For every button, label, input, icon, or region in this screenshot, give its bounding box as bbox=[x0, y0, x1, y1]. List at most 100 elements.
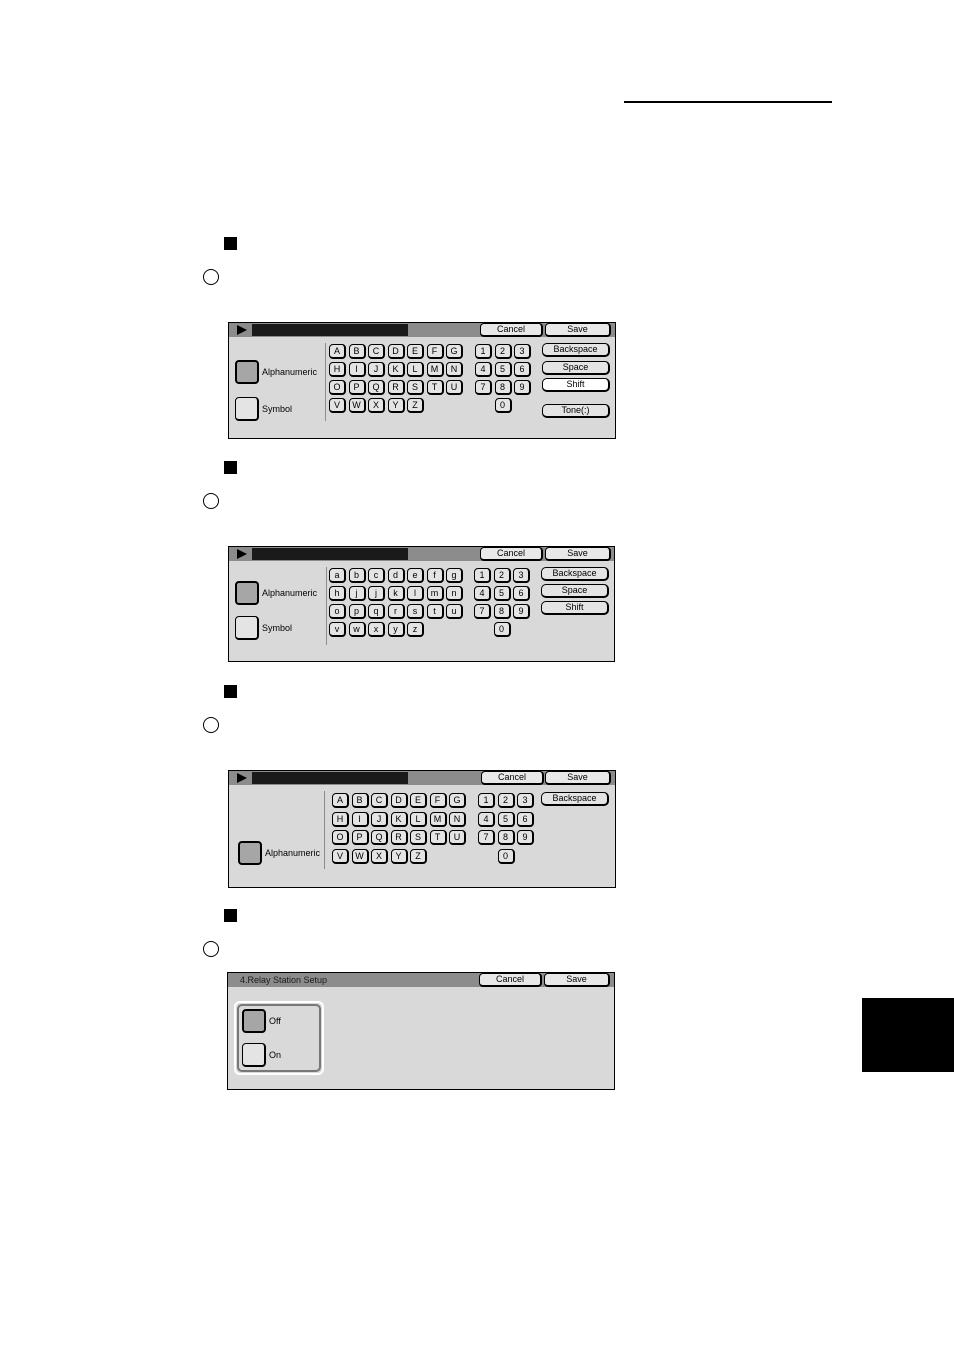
save-button[interactable]: Save bbox=[545, 547, 611, 561]
key-number[interactable]: 3 bbox=[513, 568, 530, 583]
key-number[interactable]: 1 bbox=[474, 568, 491, 583]
key-number[interactable]: 7 bbox=[475, 380, 492, 395]
key-letter[interactable]: E bbox=[407, 344, 424, 359]
key-letter[interactable]: t bbox=[426, 604, 444, 619]
key-letter[interactable]: R bbox=[387, 380, 405, 395]
key-number[interactable]: 2 bbox=[497, 793, 515, 808]
key-letter[interactable]: z bbox=[407, 622, 424, 637]
key-letter[interactable]: P bbox=[351, 830, 369, 845]
key-number[interactable]: 0 bbox=[494, 398, 512, 413]
save-button[interactable]: Save bbox=[545, 771, 611, 785]
key-letter[interactable]: W bbox=[348, 398, 366, 413]
shift-button[interactable]: Shift bbox=[541, 601, 609, 615]
key-number[interactable]: 5 bbox=[493, 586, 511, 601]
key-number[interactable]: 1 bbox=[478, 793, 495, 808]
key-letter[interactable]: k bbox=[387, 586, 405, 601]
key-number[interactable]: 0 bbox=[493, 622, 511, 637]
key-letter[interactable]: S bbox=[410, 830, 427, 845]
key-letter[interactable]: f bbox=[426, 568, 444, 583]
key-letter[interactable]: o bbox=[329, 604, 346, 619]
key-letter[interactable]: Z bbox=[407, 398, 424, 413]
key-letter[interactable]: N bbox=[446, 362, 463, 377]
key-letter[interactable]: L bbox=[407, 362, 424, 377]
tone-button[interactable]: Tone(:) bbox=[542, 404, 610, 418]
key-letter[interactable]: U bbox=[449, 830, 466, 845]
key-letter[interactable]: l bbox=[407, 586, 424, 601]
option-button-off[interactable] bbox=[242, 1009, 266, 1033]
key-letter[interactable]: A bbox=[329, 344, 346, 359]
key-letter[interactable]: Y bbox=[387, 398, 405, 413]
save-button[interactable]: Save bbox=[544, 973, 610, 987]
key-number[interactable]: 9 bbox=[514, 380, 531, 395]
backspace-button[interactable]: Backspace bbox=[541, 567, 609, 581]
key-letter[interactable]: A bbox=[332, 793, 349, 808]
key-letter[interactable]: C bbox=[368, 344, 385, 359]
key-letter[interactable]: K bbox=[387, 362, 405, 377]
option-button-on[interactable] bbox=[242, 1043, 266, 1067]
mode-button-symbol[interactable] bbox=[235, 397, 259, 421]
key-letter[interactable]: I bbox=[348, 362, 366, 377]
key-letter[interactable]: N bbox=[449, 811, 466, 827]
key-letter[interactable]: j bbox=[368, 586, 385, 601]
key-number[interactable]: 3 bbox=[517, 793, 534, 808]
key-number[interactable]: 7 bbox=[474, 604, 491, 619]
key-letter[interactable]: T bbox=[429, 830, 447, 845]
key-letter[interactable]: H bbox=[332, 811, 349, 827]
key-letter[interactable]: B bbox=[348, 344, 366, 359]
key-letter[interactable]: B bbox=[351, 793, 369, 808]
key-letter[interactable]: Q bbox=[368, 380, 385, 395]
cancel-button[interactable]: Cancel bbox=[480, 323, 543, 337]
key-letter[interactable]: s bbox=[407, 604, 424, 619]
key-letter[interactable]: V bbox=[332, 848, 349, 864]
key-letter[interactable]: F bbox=[426, 344, 444, 359]
key-letter[interactable]: L bbox=[410, 811, 427, 827]
key-letter[interactable]: C bbox=[371, 793, 388, 808]
key-letter[interactable]: b bbox=[348, 568, 366, 583]
key-letter[interactable]: m bbox=[426, 586, 444, 601]
cancel-button[interactable]: Cancel bbox=[481, 771, 544, 785]
key-letter[interactable]: G bbox=[449, 793, 466, 808]
key-letter[interactable]: Z bbox=[410, 848, 427, 864]
key-letter[interactable]: c bbox=[368, 568, 385, 583]
key-letter[interactable]: q bbox=[368, 604, 385, 619]
key-letter[interactable]: K bbox=[390, 811, 408, 827]
key-letter[interactable]: J bbox=[368, 362, 385, 377]
key-letter[interactable]: R bbox=[390, 830, 408, 845]
mode-button-alphanumeric[interactable] bbox=[235, 581, 259, 605]
key-letter[interactable]: O bbox=[329, 380, 346, 395]
space-button[interactable]: Space bbox=[541, 584, 609, 598]
key-letter[interactable]: h bbox=[329, 586, 346, 601]
key-letter[interactable]: v bbox=[329, 622, 346, 637]
key-letter[interactable]: E bbox=[410, 793, 427, 808]
key-letter[interactable]: T bbox=[426, 380, 444, 395]
key-number[interactable]: 7 bbox=[478, 830, 495, 845]
key-letter[interactable]: M bbox=[426, 362, 444, 377]
key-letter[interactable]: J bbox=[371, 811, 388, 827]
key-number[interactable]: 4 bbox=[475, 362, 492, 377]
key-letter[interactable]: e bbox=[407, 568, 424, 583]
key-letter[interactable]: H bbox=[329, 362, 346, 377]
key-letter[interactable]: F bbox=[429, 793, 447, 808]
key-letter[interactable]: P bbox=[348, 380, 366, 395]
key-letter[interactable]: M bbox=[429, 811, 447, 827]
key-letter[interactable]: X bbox=[371, 848, 388, 864]
key-letter[interactable]: u bbox=[446, 604, 463, 619]
key-letter[interactable]: D bbox=[387, 344, 405, 359]
key-number[interactable]: 5 bbox=[494, 362, 512, 377]
key-number[interactable]: 2 bbox=[494, 344, 512, 359]
key-number[interactable]: 3 bbox=[514, 344, 531, 359]
key-number[interactable]: 8 bbox=[493, 604, 511, 619]
key-letter[interactable]: Q bbox=[371, 830, 388, 845]
key-letter[interactable]: Y bbox=[390, 848, 408, 864]
key-letter[interactable]: d bbox=[387, 568, 405, 583]
key-number[interactable]: 8 bbox=[494, 380, 512, 395]
key-number[interactable]: 6 bbox=[517, 811, 534, 827]
key-number[interactable]: 9 bbox=[513, 604, 530, 619]
cancel-button[interactable]: Cancel bbox=[479, 973, 542, 987]
key-number[interactable]: 4 bbox=[478, 811, 495, 827]
key-number[interactable]: 0 bbox=[497, 848, 515, 864]
key-letter[interactable]: n bbox=[446, 586, 463, 601]
save-button[interactable]: Save bbox=[545, 323, 611, 337]
key-number[interactable]: 6 bbox=[513, 586, 530, 601]
cancel-button[interactable]: Cancel bbox=[480, 547, 543, 561]
